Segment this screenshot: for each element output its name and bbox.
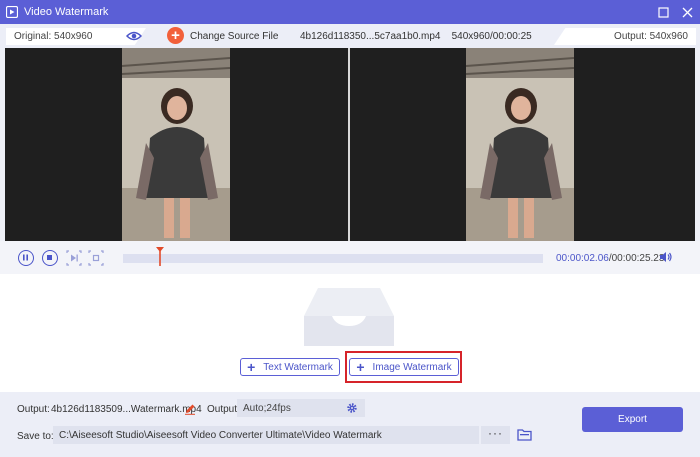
gear-icon[interactable] xyxy=(346,402,358,414)
next-frame-icon[interactable] xyxy=(66,250,82,266)
output-video-frame xyxy=(466,48,574,241)
total-time: /00:00:25.23 xyxy=(608,253,665,264)
plus-icon: + xyxy=(247,359,256,375)
output-file-label: Output: xyxy=(17,404,50,415)
title-bar: Video Watermark xyxy=(0,0,700,24)
time-display: 00:00:02.06/00:00:25.23 xyxy=(556,253,664,264)
timeline-track[interactable] xyxy=(123,254,543,263)
browse-button[interactable]: ··· xyxy=(481,426,510,444)
text-watermark-button[interactable]: + Text Watermark xyxy=(240,358,340,376)
window-title: Video Watermark xyxy=(24,6,109,18)
original-video-frame xyxy=(122,48,230,241)
change-source-plus-icon[interactable]: + xyxy=(167,27,184,44)
format-label: Output: xyxy=(207,404,240,415)
highlight-box xyxy=(345,351,462,383)
export-button[interactable]: Export xyxy=(582,407,683,432)
app-logo-icon xyxy=(5,5,19,19)
pause-button[interactable] xyxy=(18,250,34,266)
original-resolution: Original: 540x960 xyxy=(6,28,146,45)
preview-divider xyxy=(348,48,350,241)
folder-icon[interactable] xyxy=(517,428,532,441)
volume-icon[interactable] xyxy=(659,250,673,264)
maximize-icon[interactable] xyxy=(656,5,670,19)
crop-frame-icon[interactable] xyxy=(88,250,104,266)
current-time: 00:00:02.06 xyxy=(556,253,609,264)
empty-tray-icon xyxy=(302,286,396,348)
stop-button[interactable] xyxy=(42,250,58,266)
playhead-marker[interactable] xyxy=(155,247,164,266)
eye-icon[interactable] xyxy=(125,29,143,43)
close-icon[interactable] xyxy=(680,5,694,19)
save-to-label: Save to: xyxy=(17,431,54,442)
preview-area xyxy=(5,48,695,241)
output-resolution: Output: 540x960 xyxy=(554,28,696,45)
save-path-field[interactable]: C:\Aiseesoft Studio\Aiseesoft Video Conv… xyxy=(53,426,479,444)
file-name: 4b126d118350...5c7aa1b0.mp4 540x960/00:0… xyxy=(300,31,532,42)
output-file-name: 4b126d1183509...Watermark.mp4 xyxy=(51,404,202,415)
pencil-icon[interactable] xyxy=(184,403,196,415)
change-source-button[interactable]: Change Source File xyxy=(190,31,278,42)
